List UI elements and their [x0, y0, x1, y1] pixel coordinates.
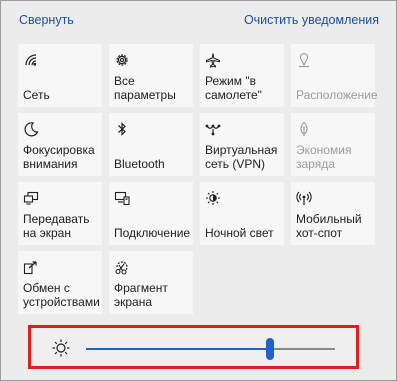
tile-label: Экономия заряда	[296, 143, 352, 171]
tile-label: Передавать на экран	[23, 212, 90, 240]
project-icon	[23, 191, 39, 205]
tile-label: Расположение	[296, 88, 378, 102]
night-light-icon	[206, 191, 220, 205]
action-center-panel: Свернуть Очистить уведомления Сеть Все п…	[0, 0, 397, 381]
brightness-slider-highlight	[28, 325, 359, 369]
nearby-share-icon	[23, 261, 37, 275]
hotspot-icon	[296, 191, 312, 205]
location-icon	[299, 52, 309, 68]
tile-vpn[interactable]: Виртуальная сеть (VPN)	[200, 113, 284, 176]
tile-battery-saver[interactable]: Экономия заряда	[291, 113, 375, 176]
tile-bluetooth[interactable]: Bluetooth	[109, 113, 193, 176]
brightness-icon	[52, 339, 70, 357]
tile-label: Обмен с устройствами	[23, 281, 100, 309]
gear-icon	[116, 54, 128, 66]
tile-focus-assist[interactable]: Фокусировка внимания	[18, 113, 102, 176]
tile-label: Подключение	[114, 226, 191, 240]
tile-network[interactable]: Сеть	[18, 44, 102, 107]
tile-label: Ночной свет	[205, 226, 274, 240]
network-icon	[25, 54, 37, 66]
tile-mobile-hotspot[interactable]: Мобильный хот-спот	[291, 182, 375, 245]
tile-label: Все параметры	[114, 74, 176, 102]
snip-icon	[115, 261, 128, 275]
tile-label: Bluetooth	[114, 157, 165, 171]
bluetooth-icon	[118, 122, 126, 136]
tile-snip[interactable]: Фрагмент экрана	[109, 251, 193, 314]
airplane-icon	[206, 53, 220, 68]
tile-label: Мобильный хот-спот	[296, 212, 362, 240]
moon-icon	[24, 122, 39, 137]
tile-project[interactable]: Передавать на экран	[18, 182, 102, 245]
brightness-slider-track[interactable]	[86, 338, 335, 360]
brightness-slider-thumb[interactable]	[266, 338, 275, 360]
tile-label: Фрагмент экрана	[114, 281, 168, 309]
tile-all-settings[interactable]: Все параметры	[109, 44, 193, 107]
tile-night-light[interactable]: Ночной свет	[200, 182, 284, 245]
brightness-slider-fill	[86, 348, 271, 350]
tile-airplane-mode[interactable]: Режим "в самолете"	[200, 44, 284, 107]
tile-label: Фокусировка внимания	[23, 143, 95, 171]
clear-notifications-link[interactable]: Очистить уведомления	[244, 13, 379, 27]
tile-nearby-sharing[interactable]: Обмен с устройствами	[18, 251, 102, 314]
tile-label: Виртуальная сеть (VPN)	[205, 143, 278, 171]
vpn-icon	[205, 124, 221, 136]
connect-icon	[114, 191, 130, 206]
tile-label: Режим "в самолете"	[205, 74, 262, 102]
collapse-link[interactable]: Свернуть	[19, 13, 74, 27]
battery-saver-icon	[300, 121, 308, 136]
tile-label: Сеть	[23, 88, 50, 102]
tile-location[interactable]: Расположение	[291, 44, 378, 107]
tile-connect[interactable]: Подключение	[109, 182, 193, 245]
